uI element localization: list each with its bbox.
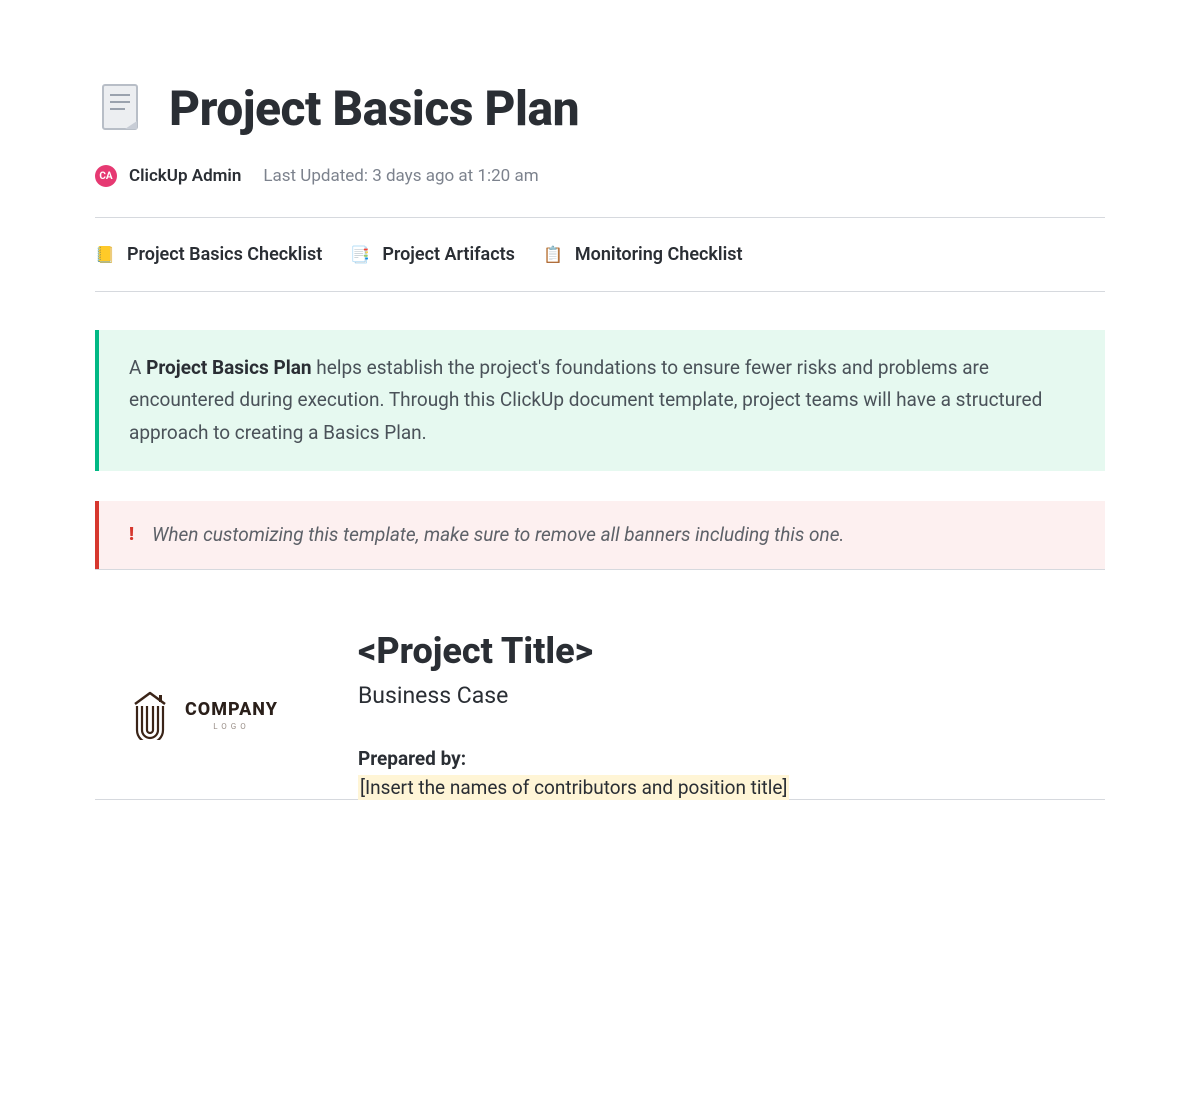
- tab-project-basics-checklist[interactable]: 📒 Project Basics Checklist: [95, 244, 322, 265]
- author-avatar[interactable]: CA: [95, 165, 117, 187]
- checklist-icon: 📋: [543, 245, 563, 265]
- last-updated: Last Updated: 3 days ago at 1:20 am: [263, 166, 538, 186]
- divider: [95, 569, 1105, 570]
- banner-text-bold: Project Basics Plan: [146, 356, 311, 379]
- company-logo: COMPANY LOGO: [125, 690, 278, 740]
- logo-mark-icon: [125, 690, 175, 740]
- tab-project-artifacts[interactable]: 📑 Project Artifacts: [350, 244, 515, 265]
- divider: [95, 291, 1105, 292]
- document-icon: [95, 83, 147, 135]
- prepared-by-placeholder[interactable]: [Insert the names of contributors and po…: [358, 775, 789, 800]
- title-row: Project Basics Plan: [95, 80, 1105, 137]
- tabs-row: 📒 Project Basics Checklist 📑 Project Art…: [95, 218, 1105, 291]
- meta-row: CA ClickUp Admin Last Updated: 3 days ag…: [95, 165, 1105, 187]
- tab-label: Monitoring Checklist: [575, 244, 743, 265]
- page-title: Project Basics Plan: [169, 80, 579, 137]
- warning-text: When customizing this template, make sur…: [152, 519, 844, 551]
- tab-label: Project Artifacts: [382, 244, 515, 265]
- banner-text-prefix: A: [129, 356, 146, 379]
- tab-label: Project Basics Checklist: [127, 244, 322, 265]
- notebook-icon: 📒: [95, 245, 115, 265]
- cover-block: COMPANY LOGO <Project Title> Business Ca…: [95, 630, 1105, 799]
- logo-text: COMPANY: [185, 699, 278, 720]
- project-title-placeholder[interactable]: <Project Title>: [358, 630, 1075, 672]
- logo-subtext: LOGO: [213, 722, 250, 731]
- info-banner: A Project Basics Plan helps establish th…: [95, 330, 1105, 471]
- author-name[interactable]: ClickUp Admin: [129, 166, 241, 186]
- exclamation-icon: !: [129, 520, 134, 551]
- document-subtitle: Business Case: [358, 682, 1075, 709]
- tab-monitoring-checklist[interactable]: 📋 Monitoring Checklist: [543, 244, 743, 265]
- prepared-by-label: Prepared by:: [358, 747, 1075, 770]
- warning-banner: ! When customizing this template, make s…: [95, 501, 1105, 569]
- artifacts-icon: 📑: [350, 245, 370, 265]
- cover-info: <Project Title> Business Case Prepared b…: [358, 630, 1075, 799]
